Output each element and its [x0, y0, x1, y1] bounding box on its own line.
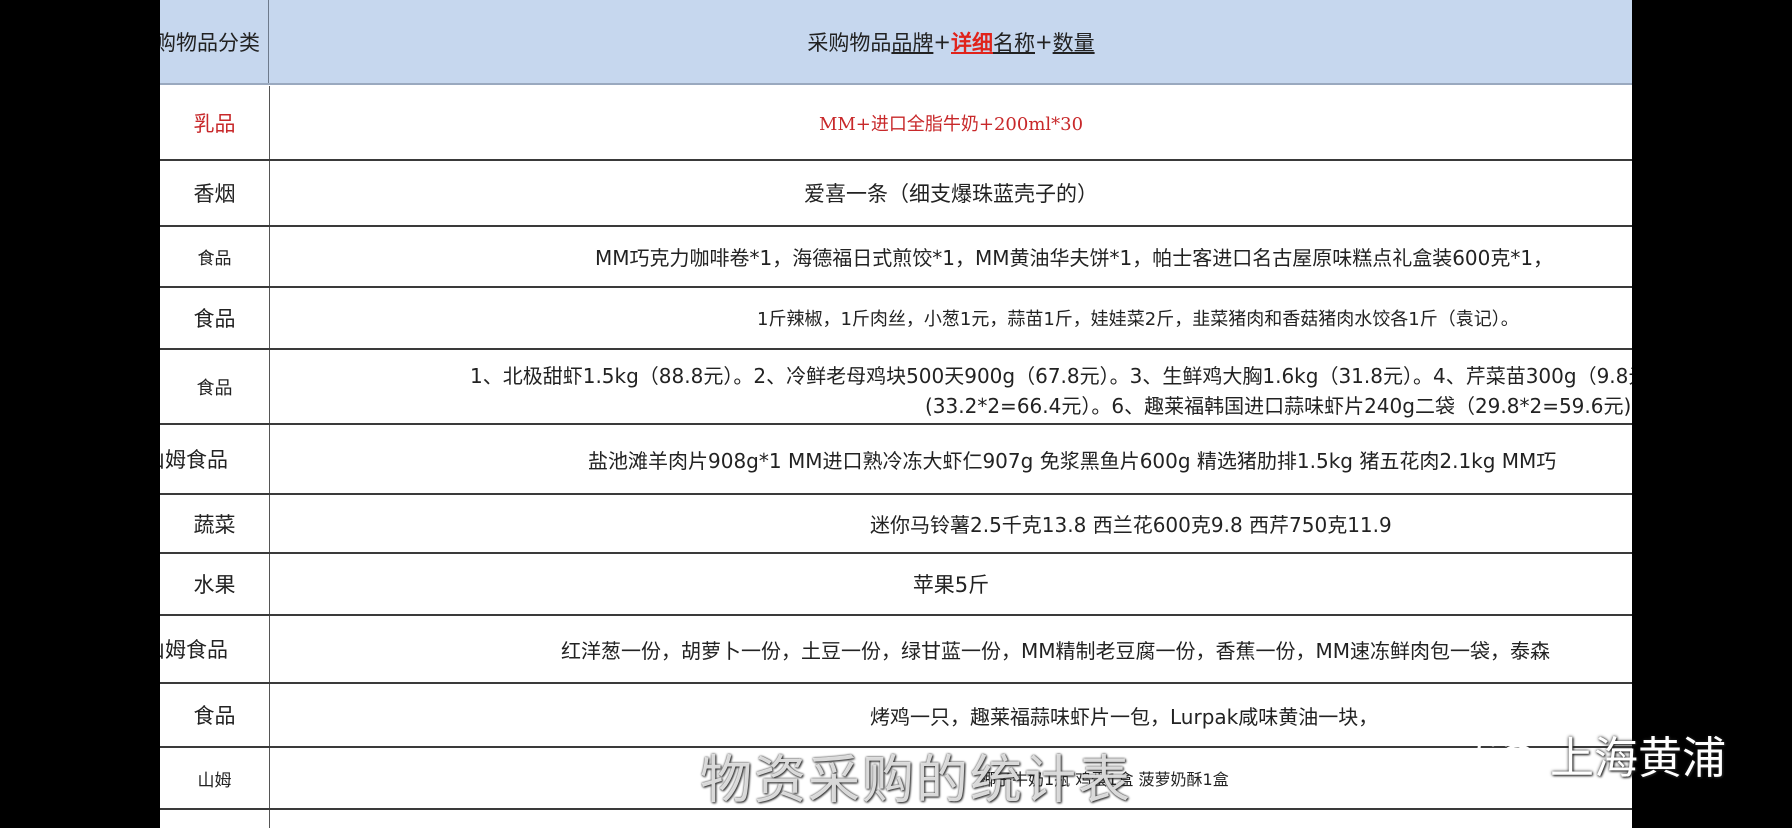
row-category [160, 810, 270, 828]
header-part: + [1035, 29, 1053, 54]
wechat-icon [1477, 730, 1537, 776]
row-category: 山姆食品 [160, 616, 270, 682]
header-category: 购物品分类 [160, 0, 269, 83]
table-row[interactable]: 水果 苹果5斤 [160, 554, 1632, 616]
row-detail: MM巧克力咖啡卷*1，海德福日式煎饺*1，MM黄油华夫饼*1，帕士客进口名古屋原… [595, 246, 1554, 270]
row-category: 食品 [160, 227, 270, 286]
row-detail-line1: 1、北极甜虾1.5kg（88.8元）。2、冷鲜老母鸡块500天900g（67.8… [470, 364, 1632, 388]
video-caption: 物资采购的统计表 [700, 751, 1133, 811]
header-part: 名称 [993, 30, 1035, 55]
row-category: 食品 [160, 288, 270, 348]
table-row[interactable]: 乳品 MM+进口全脂牛奶+200ml*30 [160, 86, 1632, 161]
row-detail: 爱喜一条（细支爆珠蓝壳子的） [804, 182, 1098, 206]
table-row[interactable]: 山姆食品 盐池滩羊肉片908g*1 MM进口熟冷冻大虾仁907g 免浆黑鱼片60… [160, 425, 1632, 495]
row-detail: 苹果5斤 [912, 573, 990, 597]
table-row[interactable]: 蔬菜 迷你马铃薯2.5千克13.8 西兰花600克9.8 西芹750克11.9 [160, 495, 1632, 554]
row-detail: 1斤辣椒，1斤肉丝，小葱1元，蒜苗1斤，娃娃菜2斤，韭菜猪肉和香菇猪肉水饺各1斤… [757, 309, 1519, 330]
row-detail: MM+进口全脂牛奶+200ml*30 [818, 113, 1084, 135]
header-part-highlight: 详细 [951, 30, 993, 55]
row-detail: 迷你马铃薯2.5千克13.8 西兰花600克9.8 西芹750克11.9 [870, 513, 1392, 537]
header-part: 品牌 [891, 30, 934, 55]
table-row[interactable]: 食品 1、北极甜虾1.5kg（88.8元）。2、冷鲜老母鸡块500天900g（6… [160, 350, 1632, 425]
table-row[interactable]: 食品 1斤辣椒，1斤肉丝，小葱1元，蒜苗1斤，娃娃菜2斤，韭菜猪肉和香菇猪肉水饺… [160, 288, 1632, 350]
header-part: 采购物品 [807, 30, 892, 55]
table-row[interactable]: 香烟 爱喜一条（细支爆珠蓝壳子的） [160, 161, 1632, 227]
row-category: 食品 [160, 684, 270, 746]
header-detail: 采购物品 品牌 + 详细 名称 + 数量 [270, 0, 1632, 83]
row-detail: 1、北极甜虾1.5kg（88.8元）。2、冷鲜老母鸡块500天900g（67.8… [270, 350, 1632, 423]
table-row[interactable]: 山姆食品 红洋葱一份，胡萝卜一份，土豆一份，绿甘蓝一份，MM精制老豆腐一份，香蕉… [160, 616, 1632, 684]
spreadsheet: 购物品分类 采购物品 品牌 + 详细 名称 + 数量 乳品 MM+进口全脂牛奶+200ml*… [160, 0, 1632, 828]
table-row[interactable]: 食品 MM巧克力咖啡卷*1，海德福日式煎饺*1，MM黄油华夫饼*1，帕士客进口名… [160, 227, 1632, 288]
row-category: 香烟 [160, 161, 270, 225]
header-part: 数量 [1052, 30, 1095, 55]
row-detail-line2: (33.2*2=66.4元）。6、趣莱福韩国进口蒜味虾片240g二袋（29.8*… [925, 394, 1632, 418]
header-part: + [933, 29, 951, 54]
row-category: 山姆 [160, 748, 270, 808]
row-detail: 烤鸡一只，趣莱福蒜味虾片一包，Lurpak咸味黄油一块， [870, 704, 1379, 729]
row-category: 乳品 [160, 86, 270, 159]
row-category: 水果 [160, 554, 270, 614]
row-category: 蔬菜 [160, 495, 270, 552]
row-category: 山姆食品 [160, 425, 270, 493]
row-category: 食品 [160, 350, 270, 423]
row-category-text: 山姆食品 [160, 448, 228, 472]
watermark-text: 上海黄浦 [1550, 733, 1726, 784]
row-detail: 盐池滩羊肉片908g*1 MM进口熟冷冻大虾仁907g 免浆黑鱼片600g 精选… [588, 448, 1557, 473]
row-detail: 红洋葱一份，胡萝卜一份，土豆一份，绿甘蓝一份，MM精制老豆腐一份，香蕉一份，MM… [561, 638, 1551, 663]
row-category-text: 山姆食品 [160, 638, 228, 662]
table-header: 购物品分类 采购物品 品牌 + 详细 名称 + 数量 [160, 0, 1632, 85]
watermark: 上海黄浦 [1476, 722, 1726, 786]
